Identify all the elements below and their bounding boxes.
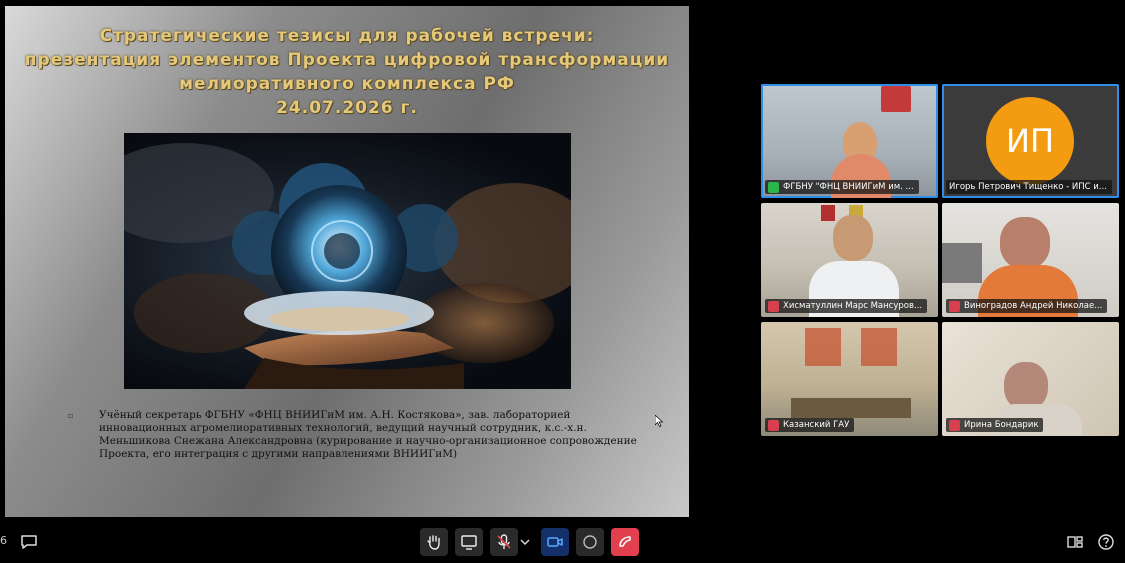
raise-hand-button[interactable]: [420, 528, 448, 556]
microphone-muted-icon: [949, 419, 960, 431]
participant-name: Игорь Петрович Тищенко - ИПС и...: [949, 182, 1107, 192]
participant-name: ФГБНУ "ФНЦ ВНИИГиМ им. ...: [783, 182, 914, 192]
active-speaker-icon: [768, 181, 779, 193]
participant-name: Казанский ГАУ: [783, 420, 850, 430]
participant-name-label: Хисматуллин Марс Мансуров...: [765, 299, 928, 313]
microphone-muted-icon: [949, 300, 960, 312]
slide-title-line-2: презентация элементов Проекта цифровой т…: [24, 50, 670, 70]
cloud-in-hand-image: [124, 133, 571, 389]
hang-up-icon: [619, 536, 631, 547]
participant-tile[interactable]: ФГБНУ "ФНЦ ВНИИГиМ им. ...: [761, 84, 938, 198]
call-toolbar: 6: [0, 520, 1125, 563]
screen-share-icon: [461, 535, 477, 550]
help-icon[interactable]: [1096, 532, 1116, 552]
avatar: ИП: [986, 97, 1074, 185]
slide-title-line-3: мелиоративного комплекса РФ: [179, 74, 515, 94]
microphone-muted-icon: [768, 419, 779, 431]
participant-name-label: Игорь Петрович Тищенко - ИПС и...: [946, 180, 1112, 194]
participant-name-label: Казанский ГАУ: [765, 418, 855, 432]
participant-name-label: ФГБНУ "ФНЦ ВНИИГиМ им. ...: [765, 180, 919, 194]
participant-tile[interactable]: Хисматуллин Марс Мансуров...: [761, 203, 938, 317]
chevron-down-icon[interactable]: [520, 538, 530, 546]
layout-icon[interactable]: [1065, 532, 1085, 552]
slide-title: Стратегические тезисы для рабочей встреч…: [5, 24, 689, 120]
participant-tile[interactable]: Виноградов Андрей Николае...: [942, 203, 1119, 317]
participant-tile[interactable]: Казанский ГАУ: [761, 322, 938, 436]
participant-name: Хисматуллин Марс Мансуров...: [783, 301, 923, 311]
chat-icon[interactable]: [19, 532, 39, 552]
microphone-muted-icon: [768, 300, 779, 312]
participant-tile[interactable]: ИП Игорь Петрович Тищенко - ИПС и...: [942, 84, 1119, 198]
slide-title-date: 24.07.2026 г.: [276, 98, 418, 118]
camera-icon: [547, 537, 563, 547]
slide-body-text: Учёный секретарь ФГБНУ «ФНЦ ВНИИГиМ им. …: [99, 409, 637, 460]
participant-name-label: Виноградов Андрей Николае...: [946, 299, 1108, 313]
participant-name: Виноградов Андрей Николае...: [964, 301, 1103, 311]
raise-hand-icon: [427, 535, 440, 550]
presentation-slide: Стратегические тезисы для рабочей встреч…: [5, 6, 689, 517]
participant-name: Ирина Бондарик: [964, 420, 1039, 430]
microphone-button[interactable]: [490, 528, 518, 556]
participant-tile[interactable]: Ирина Бондарик: [942, 322, 1119, 436]
screen-share-stage: Стратегические тезисы для рабочей встреч…: [0, 0, 1125, 520]
bullet-icon: ▫: [68, 411, 74, 420]
screen-share-button[interactable]: [455, 528, 483, 556]
toolbar-left-partial-text: 6: [0, 534, 7, 547]
record-icon: [583, 535, 597, 549]
mouse-cursor-icon: [655, 415, 663, 427]
record-button[interactable]: [576, 528, 604, 556]
camera-button[interactable]: [541, 528, 569, 556]
participant-name-label: Ирина Бондарик: [946, 418, 1044, 432]
slide-title-line-1: Стратегические тезисы для рабочей встреч…: [99, 26, 595, 46]
hang-up-button[interactable]: [611, 528, 639, 556]
microphone-muted-icon: [497, 534, 511, 549]
